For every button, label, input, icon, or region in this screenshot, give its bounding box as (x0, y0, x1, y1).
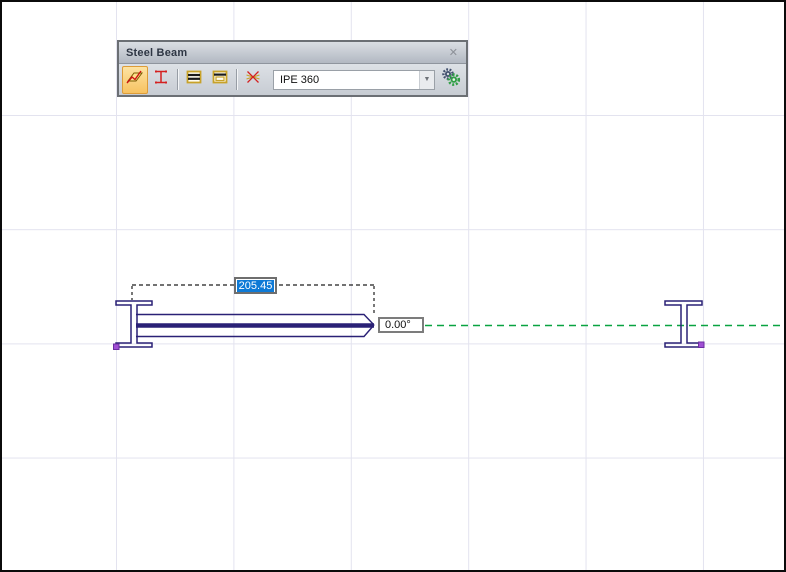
length-value-selected[interactable]: 205.45 (237, 280, 275, 292)
steel-beam-toolbar: Steel Beam ✕ (117, 40, 468, 97)
beam-settings-button[interactable] (440, 67, 463, 93)
close-icon[interactable]: ✕ (445, 46, 462, 59)
snap-grip-left[interactable] (114, 344, 120, 350)
chevron-down-icon[interactable]: ▼ (419, 71, 434, 89)
length-input[interactable]: 205.45 (234, 277, 277, 294)
beam-align-top-button[interactable] (207, 66, 233, 94)
profile-combobox[interactable]: IPE 360 ▼ (273, 70, 435, 90)
beam-align-middle-icon (185, 68, 203, 91)
snap-grip-right[interactable] (699, 342, 705, 348)
beam-create-button[interactable] (122, 66, 148, 94)
toolbar-separator (177, 69, 178, 90)
i-beam-profile-right[interactable] (665, 301, 702, 347)
toolbar-buttons-row: IPE 360 ▼ (119, 64, 466, 95)
toolbar-titlebar[interactable]: Steel Beam ✕ (119, 42, 466, 64)
beam-section-icon (152, 68, 170, 91)
cad-viewport[interactable]: 205.45 0.00° Steel Beam ✕ (0, 0, 786, 572)
angle-value: 0.00° (385, 319, 411, 331)
toolbar-separator (236, 69, 237, 90)
gears-icon (441, 67, 461, 92)
beam-section-button[interactable] (148, 66, 174, 94)
toolbar-title: Steel Beam (126, 47, 445, 59)
beam-align-top-icon (211, 68, 229, 91)
beam-align-middle-button[interactable] (181, 66, 207, 94)
beam-create-icon (126, 68, 144, 91)
profile-combobox-value: IPE 360 (274, 71, 419, 89)
angle-input[interactable]: 0.00° (378, 317, 424, 333)
beam-axis-snap-button[interactable] (240, 66, 266, 94)
beam-axis-snap-icon (244, 68, 262, 91)
